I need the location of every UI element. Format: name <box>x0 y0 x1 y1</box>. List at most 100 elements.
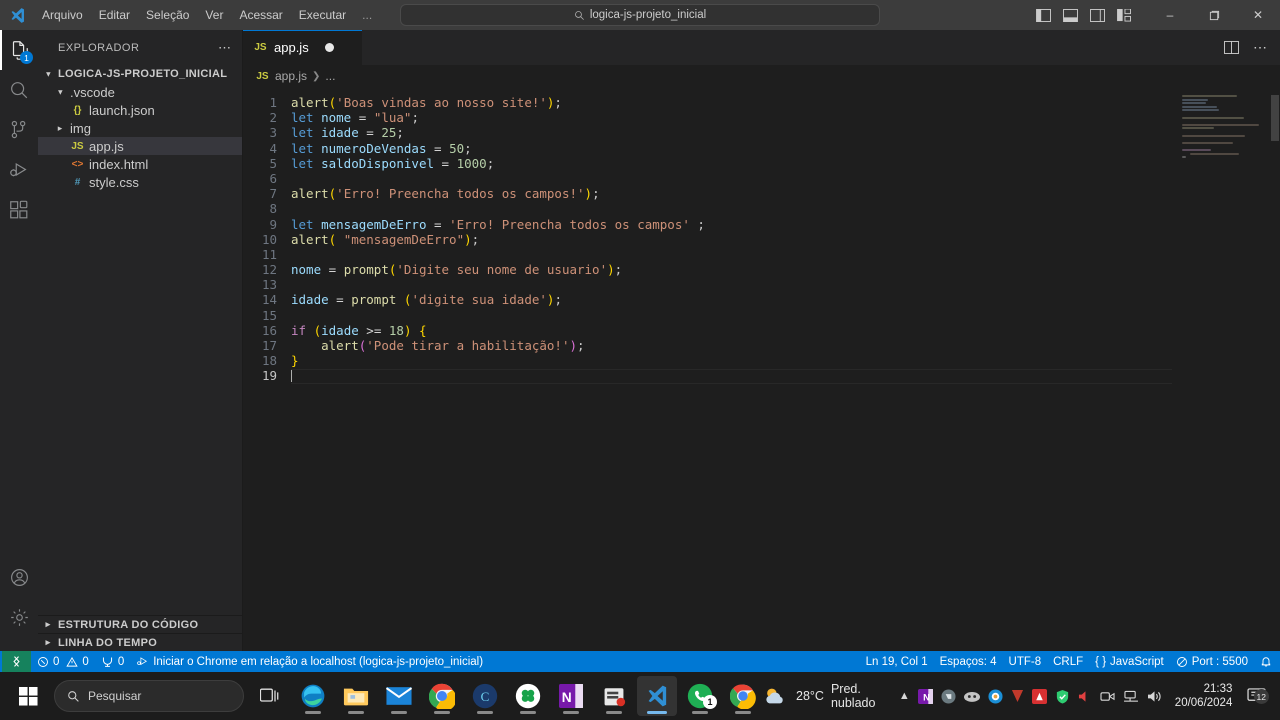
line-numbers: 1234567 8 9 10 11 12 13 14 15 16 17 18 19 <box>261 95 277 384</box>
tree-item-app-js[interactable]: JS app.js <box>38 137 242 155</box>
status-launch-chrome[interactable]: Iniciar o Chrome em relação a localhost … <box>130 651 489 672</box>
evernote-tray-icon[interactable] <box>941 688 956 704</box>
menu-arquivo[interactable]: Arquivo <box>34 4 91 26</box>
taskbar-app-canva[interactable]: C <box>465 676 505 716</box>
tree-item-label: launch.json <box>89 102 155 118</box>
status-language-mode[interactable]: { } JavaScript <box>1089 651 1170 672</box>
menu-selecao[interactable]: Seleção <box>138 4 197 26</box>
notification-center-button[interactable]: 12 <box>1245 688 1269 704</box>
explorer-badge: 1 <box>20 51 33 64</box>
taskbar-app-onenote[interactable]: N <box>551 676 591 716</box>
menu-more[interactable]: ... <box>354 4 380 26</box>
split-editor-icon[interactable] <box>1224 41 1239 54</box>
tree-item-style-css[interactable]: # style.css <box>38 173 242 191</box>
status-remote-window[interactable] <box>2 651 31 672</box>
editor-actions: ⋯ <box>1224 30 1280 65</box>
toggle-primary-sidebar-icon[interactable] <box>1036 8 1051 22</box>
taskbar-app-file-explorer[interactable] <box>336 676 376 716</box>
activitybar-item-accounts[interactable] <box>0 557 38 597</box>
speaker-mute-icon[interactable] <box>1078 690 1092 703</box>
discord-tray-icon[interactable] <box>963 690 980 703</box>
tree-item-img[interactable]: ▸ img <box>38 119 242 137</box>
status-eol[interactable]: CRLF <box>1047 651 1089 672</box>
code-editor[interactable]: 1234567 8 9 10 11 12 13 14 15 16 17 18 19 alert('B… <box>243 87 1280 651</box>
status-ports[interactable]: 0 <box>95 651 130 672</box>
activitybar-item-extensions[interactable] <box>0 190 38 230</box>
command-center[interactable]: logica-js-projeto_inicial <box>400 4 880 26</box>
status-notifications[interactable] <box>1254 651 1278 672</box>
taskbar-weather-widget[interactable]: 28°C Pred. nublado <box>763 682 890 710</box>
panel-estrutura-do-codigo[interactable]: ▸ ESTRUTURA DO CÓDIGO <box>38 615 242 633</box>
windows-start-icon[interactable] <box>8 676 48 716</box>
json-file-icon: {} <box>73 104 82 116</box>
code-content[interactable]: alert('Boas vindas ao nosso site!'); let… <box>291 87 1280 384</box>
taskbar-clock[interactable]: 21:33 20/06/2024 <box>1171 682 1237 710</box>
editor-group: JS app.js ⋯ JS app.js ❯ ... 1 2 3 4 5 6 … <box>243 30 1280 651</box>
shield-tray-icon[interactable] <box>1055 689 1070 704</box>
tree-item-vscode[interactable]: ▸ .vscode <box>38 83 242 101</box>
explorer-more-actions-icon[interactable]: ⋯ <box>218 40 232 56</box>
tree-item-index-html[interactable]: <> index.html <box>38 155 242 173</box>
taskbar-app-clover[interactable] <box>508 676 548 716</box>
taskbar-app-store[interactable] <box>594 676 634 716</box>
activitybar-item-source-control[interactable] <box>0 110 38 150</box>
antivirus-tray-icon[interactable] <box>988 688 1003 704</box>
status-problems[interactable]: 0 0 <box>31 651 95 672</box>
taskbar-app-browser[interactable] <box>723 676 763 716</box>
language-label: JavaScript <box>1110 655 1164 668</box>
adobe-tray-icon[interactable] <box>1031 688 1047 704</box>
taskbar-task-view[interactable] <box>250 676 290 716</box>
explorer-title: EXPLORADOR <box>58 41 140 54</box>
menu-editar[interactable]: Editar <box>91 4 138 26</box>
activitybar-item-search[interactable] <box>0 70 38 110</box>
code-line-1: alert('Boas vindas ao nosso site!'); <box>291 95 562 110</box>
activitybar-item-run-and-debug[interactable] <box>0 150 38 190</box>
customize-layout-icon[interactable] <box>1117 8 1132 22</box>
close-button[interactable]: ✕ <box>1236 0 1280 30</box>
toggle-secondary-sidebar-icon[interactable] <box>1090 8 1105 22</box>
status-live-server-port[interactable]: Port : 5500 <box>1170 651 1254 672</box>
explorer-header: EXPLORADOR ⋯ <box>38 30 242 65</box>
camera-tray-icon[interactable] <box>1100 690 1115 703</box>
tree-item-launch-json[interactable]: {} launch.json <box>38 101 242 119</box>
chevron-right-icon: ▸ <box>45 619 51 629</box>
taskbar-app-whatsapp[interactable]: 1 <box>680 676 720 716</box>
scrollbar-thumb[interactable] <box>1271 95 1279 141</box>
code-line-9: let mensagemDeErro = 'Erro! Preencha tod… <box>291 216 705 232</box>
status-encoding[interactable]: UTF-8 <box>1003 651 1048 672</box>
tab-dirty-indicator[interactable] <box>324 43 334 52</box>
tray-icons: ▲ N <box>899 688 1162 704</box>
vivaldi-tray-icon[interactable] <box>1011 689 1024 703</box>
onenote-tray-icon[interactable]: N <box>917 688 933 704</box>
taskbar-search-input[interactable]: Pesquisar <box>54 680 244 712</box>
maximize-button[interactable] <box>1192 0 1236 30</box>
menu-executar[interactable]: Executar <box>291 4 354 26</box>
activitybar-item-manage[interactable] <box>0 597 38 637</box>
taskbar-app-microsoft-edge[interactable] <box>293 676 333 716</box>
taskbar-app-google-chrome[interactable] <box>422 676 462 716</box>
status-cursor-position[interactable]: Ln 19, Col 1 <box>860 651 934 672</box>
toggle-panel-icon[interactable] <box>1063 8 1078 22</box>
menu-acessar[interactable]: Acessar <box>231 4 290 26</box>
volume-icon[interactable] <box>1147 690 1162 703</box>
tab-app-js[interactable]: JS app.js <box>243 30 363 65</box>
taskbar-app-visual-studio-code[interactable] <box>637 676 677 716</box>
breadcrumb-file[interactable]: app.js <box>275 69 307 83</box>
activitybar-item-explorer[interactable]: 1 <box>0 30 38 70</box>
panel-linha-do-tempo[interactable]: ▸ LINHA DO TEMPO <box>38 633 242 651</box>
code-line-3: let idade = 25; <box>291 125 404 141</box>
taskbar-app-mail[interactable] <box>379 676 419 716</box>
breadcrumb-symbol[interactable]: ... <box>325 69 335 83</box>
menu-ver[interactable]: Ver <box>197 4 231 26</box>
editor-scrollbar[interactable] <box>1270 87 1280 651</box>
minimize-button[interactable]: – <box>1148 0 1192 30</box>
status-bar-right: Ln 19, Col 1 Espaços: 4 UTF-8 CRLF { } J… <box>860 651 1278 672</box>
more-actions-icon[interactable]: ⋯ <box>1253 39 1268 56</box>
status-indentation[interactable]: Espaços: 4 <box>934 651 1003 672</box>
chevron-up-icon[interactable]: ▲ <box>899 690 910 702</box>
whatsapp-badge: 1 <box>703 695 717 709</box>
tree-root-folder[interactable]: ▸ LOGICA-JS-PROJETO_INICIAL <box>38 65 242 83</box>
network-icon[interactable] <box>1123 690 1139 703</box>
